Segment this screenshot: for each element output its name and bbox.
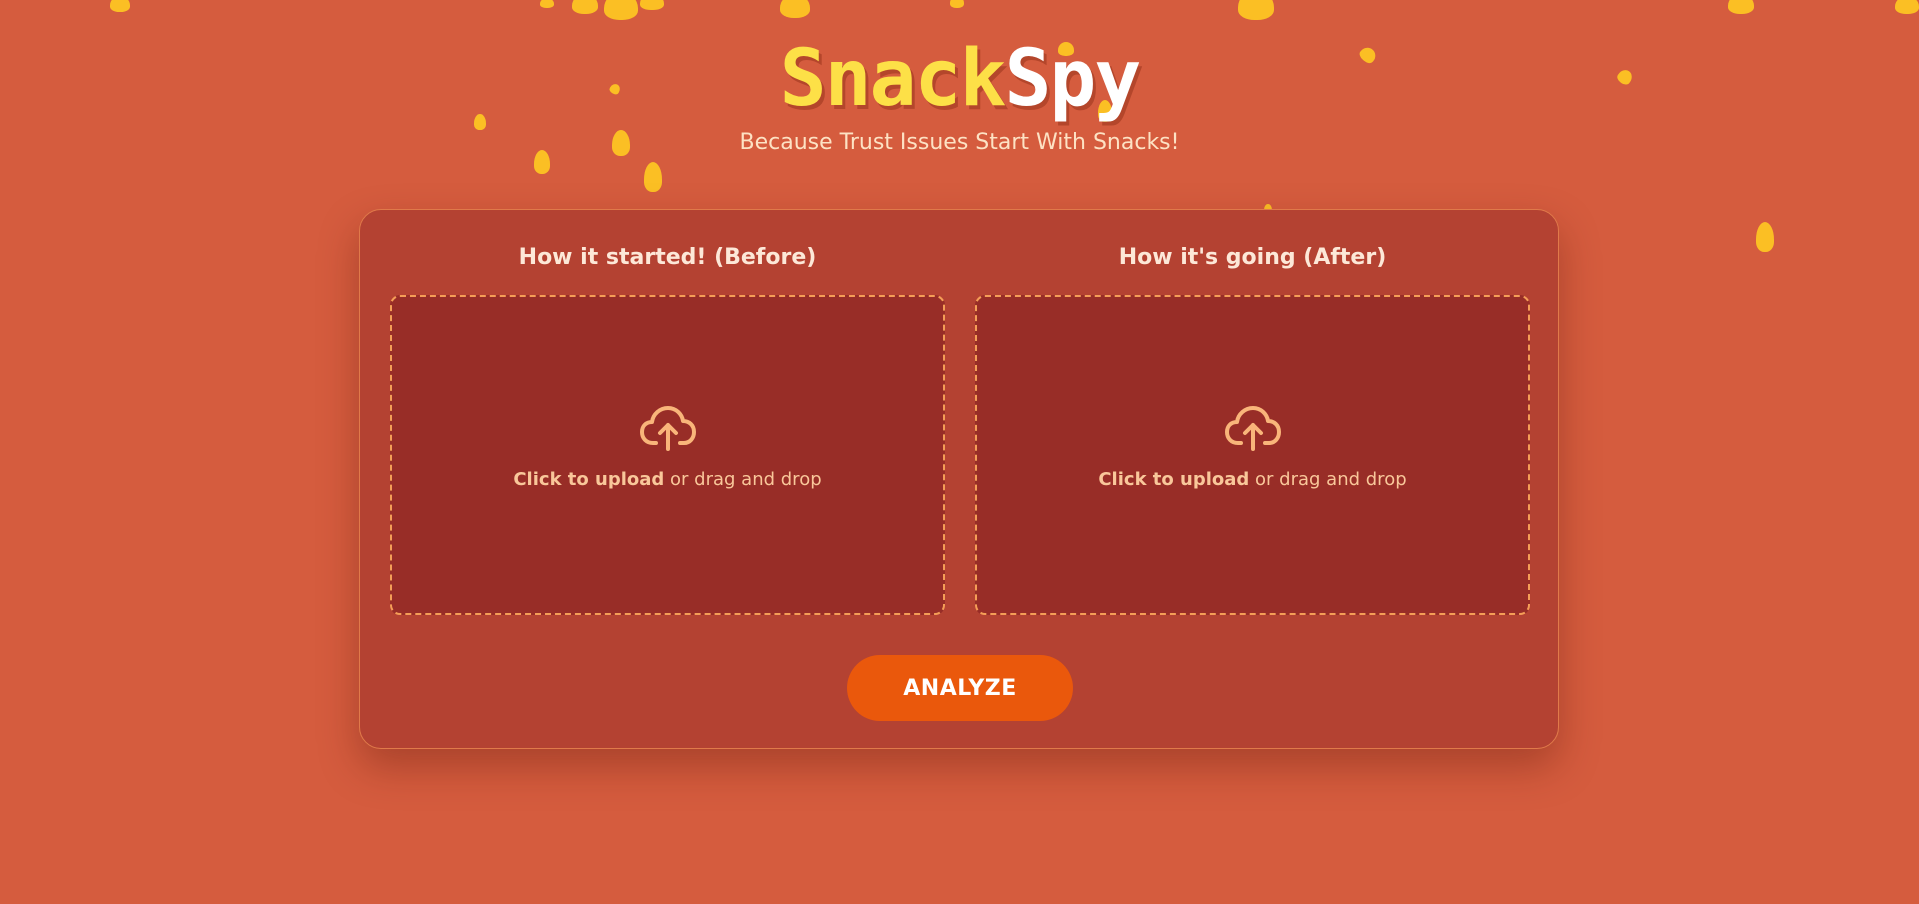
snack-chip: [780, 0, 810, 18]
before-upload-text: Click to upload or drag and drop: [392, 469, 943, 490]
before-title: How it started! (Before): [518, 245, 817, 270]
logo-part-snack: Snack: [779, 34, 1007, 124]
upload-card: How it started! (Before) Click to upload…: [359, 209, 1559, 749]
snack-chip: [950, 0, 964, 8]
snack-chip: [572, 0, 598, 14]
before-dropzone[interactable]: Click to upload or drag and drop: [390, 295, 945, 615]
after-dropzone[interactable]: Click to upload or drag and drop: [975, 295, 1530, 615]
snack-chip: [1756, 222, 1774, 252]
tagline: Because Trust Issues Start With Snacks!: [739, 130, 1180, 155]
snack-chip: [644, 162, 662, 192]
before-upload-cta[interactable]: Click to upload: [513, 469, 664, 490]
snack-chip: [1895, 0, 1919, 14]
snack-chip: [110, 0, 130, 12]
snack-chip: [640, 0, 664, 10]
snack-chip: [540, 0, 554, 8]
after-upload-text: Click to upload or drag and drop: [977, 469, 1528, 490]
after-column: How it's going (After) Click to upload o…: [975, 242, 1530, 615]
cloud-upload-icon: [639, 406, 696, 451]
before-column: How it started! (Before) Click to upload…: [390, 242, 945, 615]
logo-part-spy: Spy: [1004, 34, 1141, 124]
brand-header: SnackSpy Because Trust Issues Start With…: [0, 36, 1919, 155]
snack-chip: [1728, 0, 1754, 14]
cloud-upload-icon: [1224, 406, 1281, 451]
snack-chip: [604, 0, 638, 20]
after-upload-cta[interactable]: Click to upload: [1098, 469, 1249, 490]
after-upload-hint: or drag and drop: [1249, 469, 1407, 490]
logo-wordmark: SnackSpy: [0, 36, 1919, 122]
after-title: How it's going (After): [1118, 245, 1387, 270]
analyze-button[interactable]: ANALYZE: [847, 655, 1073, 721]
snack-chip: [1238, 0, 1274, 20]
before-upload-hint: or drag and drop: [664, 469, 822, 490]
